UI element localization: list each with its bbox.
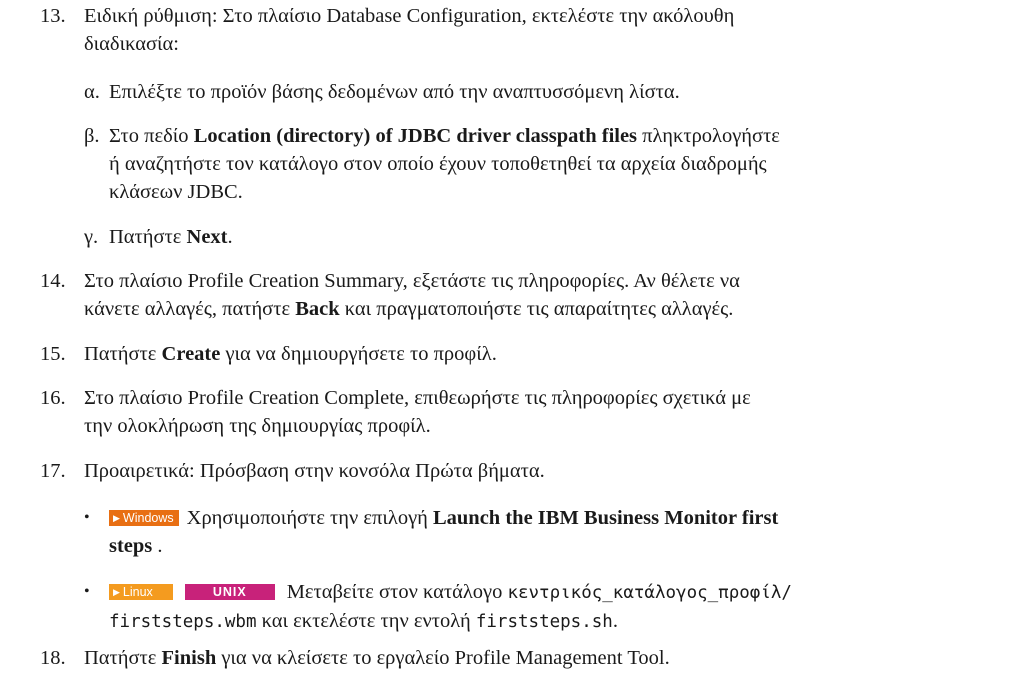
substep-text: Επιλέξτε το προϊόν βάσης δεδομένων από τ… — [109, 81, 680, 103]
command-name: firststeps.sh — [475, 612, 613, 632]
step-number: 16. — [40, 387, 66, 409]
step-text-cont: κάνετε αλλαγές, πατήστε Back και πραγματ… — [84, 298, 734, 320]
step-text: Πατήστε Finish για να κλείσετε το εργαλε… — [84, 647, 670, 669]
button-name: Back — [295, 298, 340, 320]
bullet-dot: • — [84, 583, 90, 600]
step-text-cont: την ολοκλήρωση της δημιουργίας προφίλ. — [84, 415, 431, 437]
arrow-icon: ▶ — [113, 587, 120, 597]
bullet-text: ▶ Windows Χρησιμοποιήστε την επιλογή Launc… — [109, 504, 1014, 532]
button-name: Finish — [161, 647, 217, 669]
substep-text: Πατήστε Next. — [109, 226, 233, 248]
windows-platform-badge: ▶ Windows — [109, 510, 179, 526]
step-text: Στο πλαίσιο Profile Creation Summary, εξ… — [84, 270, 740, 292]
substep-text-cont: ή αναζητήστε τον κατάλογο στον οποίο έχο… — [109, 153, 767, 175]
button-name: Create — [161, 343, 221, 365]
button-name: Next — [186, 226, 228, 248]
substep-text-cont: κλάσεων JDBC. — [109, 181, 243, 203]
substep-label: β. — [84, 125, 100, 147]
step-text: Ειδική ρύθμιση: Στο πλαίσιο Database Con… — [84, 5, 735, 27]
step-number: 17. — [40, 460, 66, 482]
bullet-dot: • — [84, 509, 90, 526]
step-number: 18. — [40, 647, 66, 669]
step-text: Στο πλαίσιο Profile Creation Complete, ε… — [84, 387, 751, 409]
bullet-text-cont: firststeps.wbm και εκτελέστε την εντολή … — [109, 610, 618, 632]
step-number: 13. — [40, 5, 66, 27]
field-name: Location (directory) of JDBC driver clas… — [193, 125, 638, 147]
unix-platform-badge: UNIX — [184, 584, 275, 600]
substep-label: γ. — [84, 226, 99, 248]
bullet-text: ▶ Linux UNIX Μεταβείτε στον κατάλογο κεντρι… — [109, 578, 1014, 607]
step-text: Πατήστε Create για να δημιουργήσετε το π… — [84, 343, 497, 365]
step-text: Προαιρετικά: Πρόσβαση στην κονσόλα Πρώτα… — [84, 460, 545, 482]
arrow-icon: ▶ — [113, 513, 120, 523]
bullet-text-cont: steps . — [109, 535, 163, 557]
substep-text: Στο πεδίο Location (directory) of JDBC d… — [109, 125, 780, 147]
substep-label: α. — [84, 81, 100, 103]
option-name: Launch the IBM Business Monitor first — [432, 507, 779, 529]
step-number: 15. — [40, 343, 66, 365]
directory-name: firststeps.wbm — [109, 612, 257, 632]
directory-path: κεντρικός_κατάλογος_προφίλ/ — [507, 583, 792, 603]
linux-platform-badge: ▶ Linux — [109, 584, 173, 600]
step-number: 14. — [40, 270, 66, 292]
step-text-cont: διαδικασία: — [84, 33, 179, 55]
